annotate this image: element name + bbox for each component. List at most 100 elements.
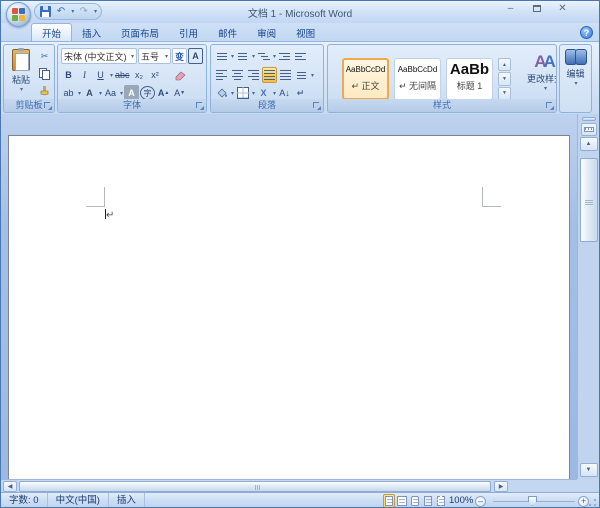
increase-indent-button[interactable] bbox=[293, 48, 308, 64]
outline-view-button[interactable] bbox=[422, 494, 434, 507]
align-right-button[interactable] bbox=[246, 67, 261, 83]
numbering-button[interactable] bbox=[235, 48, 250, 64]
styles-scroll-down-button[interactable]: ▼ bbox=[498, 72, 511, 86]
superscript-button[interactable]: x² bbox=[148, 67, 163, 83]
styles-dialog-launcher[interactable] bbox=[546, 102, 554, 110]
decrease-indent-button[interactable] bbox=[277, 48, 292, 64]
tab-view[interactable]: 视图 bbox=[286, 23, 325, 41]
bold-button[interactable]: B bbox=[61, 67, 76, 83]
paragraph-dialog-launcher[interactable] bbox=[313, 102, 321, 110]
font-dialog-launcher[interactable] bbox=[196, 102, 204, 110]
cut-button[interactable]: ✂ bbox=[37, 48, 52, 64]
help-button[interactable]: ? bbox=[580, 26, 593, 39]
multilevel-dropdown-icon[interactable]: ▾ bbox=[273, 53, 276, 60]
change-styles-dropdown-icon[interactable]: ▾ bbox=[517, 85, 556, 92]
scroll-down-button[interactable]: ▼ bbox=[579, 463, 598, 477]
tab-page-layout[interactable]: 页面布局 bbox=[111, 23, 169, 41]
font-size-dropdown-icon[interactable]: ▾ bbox=[165, 53, 168, 60]
document-page[interactable]: ↵ bbox=[8, 135, 570, 479]
styles-scroll-up-button[interactable]: ▲ bbox=[498, 58, 511, 72]
numbering-dropdown-icon[interactable]: ▾ bbox=[252, 53, 255, 60]
justify-button[interactable] bbox=[262, 67, 277, 83]
undo-button[interactable]: ↶ bbox=[55, 5, 68, 18]
style-normal[interactable]: AaBbCcDd ↵ 正文 bbox=[342, 58, 389, 100]
borders-dropdown-icon[interactable]: ▾ bbox=[252, 90, 255, 97]
italic-button[interactable]: I bbox=[77, 67, 92, 83]
tab-review[interactable]: 审阅 bbox=[247, 23, 286, 41]
paste-button[interactable]: 粘贴 ▾ bbox=[8, 48, 34, 100]
scroll-up-button[interactable]: ▲ bbox=[579, 137, 598, 151]
group-editing[interactable]: 编辑 ▾ bbox=[559, 44, 592, 113]
style-no-spacing[interactable]: AaBbCcDd ↵ 无间隔 bbox=[394, 58, 441, 100]
format-painter-button[interactable] bbox=[37, 84, 52, 100]
tab-mailings[interactable]: 邮件 bbox=[208, 23, 247, 41]
draft-view-button[interactable] bbox=[435, 494, 447, 507]
horizontal-scroll-thumb[interactable] bbox=[19, 481, 491, 492]
bullets-button[interactable] bbox=[214, 48, 229, 64]
vertical-scrollbar[interactable]: ▲ ▼ bbox=[577, 114, 599, 479]
shading-dropdown-icon[interactable]: ▾ bbox=[231, 90, 234, 97]
line-spacing-button[interactable] bbox=[294, 67, 309, 83]
tab-references[interactable]: 引用 bbox=[169, 23, 208, 41]
style-heading1[interactable]: AaBb 标题 1 bbox=[446, 58, 493, 100]
align-center-button[interactable] bbox=[230, 67, 245, 83]
split-handle[interactable] bbox=[581, 117, 596, 121]
scroll-right-button[interactable]: ▶ bbox=[494, 481, 508, 492]
font-name-combo[interactable]: 宋体 (中文正文) ▾ bbox=[61, 48, 137, 64]
clipboard-small-buttons: ✂ bbox=[37, 48, 52, 100]
fullscreen-reading-view-button[interactable] bbox=[396, 494, 408, 507]
multilevel-list-button[interactable] bbox=[256, 48, 271, 64]
editing-dropdown-icon[interactable]: ▾ bbox=[561, 80, 591, 87]
change-case-dropdown-icon[interactable]: ▾ bbox=[120, 90, 123, 97]
underline-button[interactable]: U bbox=[93, 67, 108, 83]
vertical-scroll-thumb[interactable] bbox=[580, 158, 598, 242]
close-button[interactable]: ✕ bbox=[554, 3, 571, 16]
scroll-left-button[interactable]: ◀ bbox=[3, 481, 17, 492]
clear-formatting-button[interactable] bbox=[172, 67, 187, 83]
language-indicator[interactable]: 中文(中国) bbox=[48, 493, 109, 507]
document-area: ↵ bbox=[1, 114, 599, 479]
asian-layout-dropdown-icon[interactable]: ▾ bbox=[273, 90, 276, 97]
paste-dropdown-icon[interactable]: ▾ bbox=[9, 86, 34, 93]
undo-dropdown-icon[interactable]: ▾ bbox=[71, 8, 74, 15]
zoom-slider-thumb[interactable] bbox=[528, 496, 537, 506]
enclose-characters-button[interactable]: 字 bbox=[140, 86, 156, 100]
tab-home[interactable]: 开始 bbox=[31, 23, 73, 41]
align-left-button[interactable] bbox=[214, 67, 229, 83]
horizontal-scrollbar[interactable]: ◀ ▶ bbox=[1, 479, 577, 492]
view-ruler-button[interactable] bbox=[580, 123, 597, 136]
print-layout-view-button[interactable] bbox=[383, 494, 395, 507]
save-button[interactable] bbox=[39, 5, 52, 18]
redo-button[interactable]: ↷ bbox=[77, 5, 90, 18]
font-name-dropdown-icon[interactable]: ▾ bbox=[131, 53, 134, 60]
office-button[interactable] bbox=[6, 2, 31, 27]
line-spacing-dropdown-icon[interactable]: ▾ bbox=[311, 72, 314, 79]
word-count[interactable]: 字数: 0 bbox=[1, 493, 48, 507]
zoom-out-button[interactable]: – bbox=[475, 496, 486, 507]
bullets-dropdown-icon[interactable]: ▾ bbox=[231, 53, 234, 60]
borders-icon bbox=[236, 87, 249, 99]
highlight-dropdown-icon[interactable]: ▾ bbox=[78, 90, 81, 97]
tab-insert[interactable]: 插入 bbox=[72, 23, 111, 41]
qat-customize-button[interactable]: ▾ bbox=[94, 8, 97, 15]
styles-gallery-more-button[interactable]: ▼ bbox=[498, 86, 511, 100]
resize-grip[interactable] bbox=[588, 498, 597, 507]
copy-button[interactable] bbox=[37, 66, 52, 82]
font-color-dropdown-icon[interactable]: ▾ bbox=[99, 90, 102, 97]
distribute-button[interactable] bbox=[278, 67, 293, 83]
subscript-button[interactable]: x₂ bbox=[132, 67, 147, 83]
font-size-combo[interactable]: 五号 ▾ bbox=[138, 48, 171, 64]
phonetic-guide-button[interactable]: 变 bbox=[172, 48, 187, 64]
insert-mode-indicator[interactable]: 插入 bbox=[109, 493, 145, 507]
minimize-button[interactable]: – bbox=[502, 3, 519, 16]
character-border-button[interactable]: A bbox=[188, 48, 203, 64]
web-layout-view-button[interactable] bbox=[409, 494, 421, 507]
zoom-level[interactable]: 100% bbox=[449, 495, 473, 506]
ruler-icon bbox=[583, 127, 594, 132]
style-name: 标题 1 bbox=[456, 81, 483, 91]
clipboard-dialog-launcher[interactable] bbox=[44, 102, 52, 110]
underline-dropdown-icon[interactable]: ▾ bbox=[110, 72, 113, 79]
restore-button[interactable] bbox=[528, 3, 545, 16]
group-font: 宋体 (中文正文) ▾ 五号 ▾ 变 A B I U ▾ abc x₂ x² a… bbox=[57, 44, 207, 113]
strikethrough-button[interactable]: abc bbox=[114, 67, 131, 83]
